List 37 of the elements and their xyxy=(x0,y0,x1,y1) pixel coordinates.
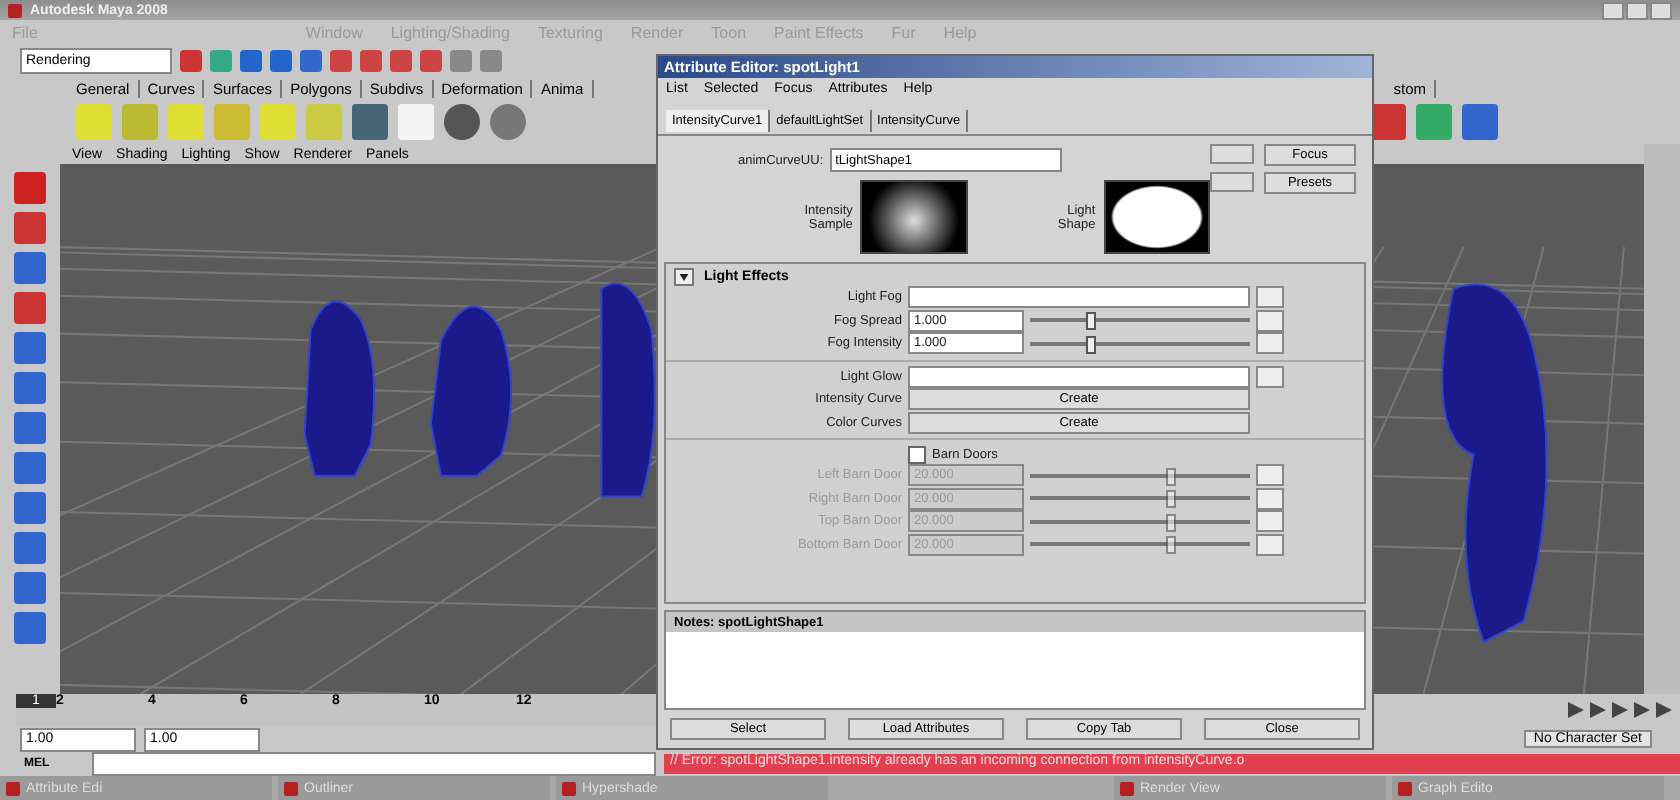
toolbar-icon[interactable] xyxy=(240,49,262,71)
toolbar-icon[interactable] xyxy=(360,49,382,71)
checkbox[interactable] xyxy=(908,445,926,463)
map-button[interactable] xyxy=(1256,332,1284,355)
map-button[interactable] xyxy=(1256,510,1284,533)
app-icon xyxy=(8,3,22,17)
toolbar-icon[interactable] xyxy=(330,49,352,71)
light-shape-swatch xyxy=(1103,180,1210,254)
map-field[interactable] xyxy=(908,365,1250,388)
command-field[interactable] xyxy=(92,752,656,776)
slider-thumb[interactable] xyxy=(1085,312,1095,331)
map-button[interactable] xyxy=(1256,464,1284,487)
output-connection-button[interactable] xyxy=(1210,172,1254,192)
shelf-icon[interactable] xyxy=(444,104,480,140)
shelf-icon[interactable] xyxy=(490,104,526,140)
map-field[interactable] xyxy=(908,286,1250,309)
input-connection-button[interactable] xyxy=(1210,144,1254,164)
toolbar-icon[interactable] xyxy=(390,49,412,71)
close-button[interactable] xyxy=(1650,1,1672,19)
toolbar-icon[interactable] xyxy=(210,49,232,71)
map-button[interactable] xyxy=(1256,533,1284,556)
intensity-swatch xyxy=(860,180,968,254)
toolbar-icon[interactable] xyxy=(450,49,472,71)
maximize-button[interactable] xyxy=(1626,1,1648,19)
map-button[interactable] xyxy=(1256,309,1284,332)
toolbar-icon[interactable] xyxy=(480,49,502,71)
collapse-toggle[interactable] xyxy=(674,268,694,286)
toolbar-icon[interactable] xyxy=(270,49,292,71)
toolbar-icon[interactable] xyxy=(180,49,202,71)
map-button[interactable] xyxy=(1256,487,1284,510)
minimize-button[interactable] xyxy=(1602,1,1624,19)
map-button[interactable] xyxy=(1256,286,1284,309)
toolbar-icon[interactable] xyxy=(300,49,322,71)
toolbar-icon[interactable] xyxy=(420,49,442,71)
map-button[interactable] xyxy=(1256,365,1284,388)
notes-field[interactable] xyxy=(666,632,1364,708)
slider-thumb[interactable] xyxy=(1085,335,1095,354)
